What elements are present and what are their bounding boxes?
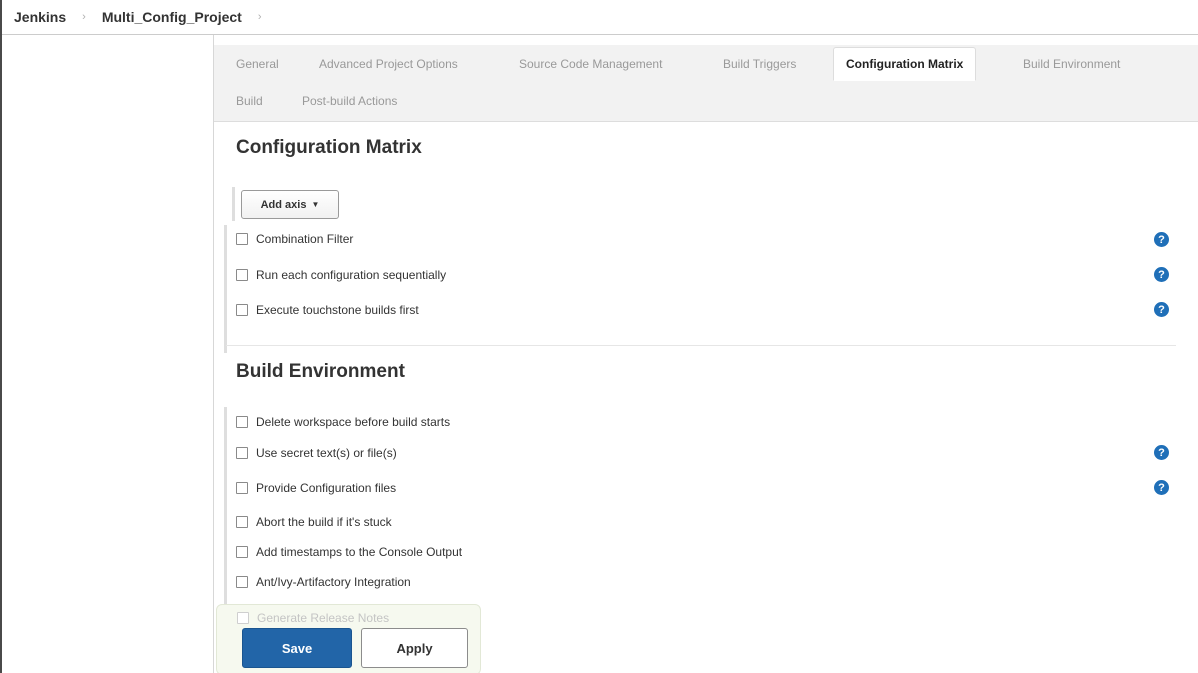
- option-release-notes: Generate Release Notes: [237, 611, 389, 625]
- add-axis-button[interactable]: Add axis ▼: [241, 190, 339, 219]
- tab-post-build-actions[interactable]: Post-build Actions: [302, 94, 397, 108]
- section-title-configuration-matrix: Configuration Matrix: [236, 137, 422, 158]
- tab-configuration-matrix[interactable]: Configuration Matrix: [833, 47, 977, 81]
- tab-source-code-management[interactable]: Source Code Management: [519, 57, 662, 71]
- help-icon[interactable]: ?: [1154, 232, 1169, 247]
- option-label[interactable]: Provide Configuration files: [256, 481, 396, 495]
- checkbox[interactable]: [236, 269, 248, 281]
- option-secret-text: Use secret text(s) or file(s): [236, 446, 397, 460]
- option-label[interactable]: Add timestamps to the Console Output: [256, 545, 462, 559]
- option-abort-stuck: Abort the build if it's stuck: [236, 515, 392, 529]
- option-label[interactable]: Use secret text(s) or file(s): [256, 446, 397, 460]
- section-divider: [226, 345, 1176, 346]
- option-label[interactable]: Execute touchstone builds first: [256, 303, 419, 317]
- checkbox[interactable]: [236, 482, 248, 494]
- checkbox[interactable]: [236, 447, 248, 459]
- checkbox[interactable]: [236, 516, 248, 528]
- option-label[interactable]: Delete workspace before build starts: [256, 415, 450, 429]
- tab-build[interactable]: Build: [236, 94, 263, 108]
- section-indent-bar: [224, 407, 227, 607]
- chevron-right-icon[interactable]: ›: [258, 11, 262, 23]
- option-touchstone-builds: Execute touchstone builds first: [236, 303, 419, 317]
- option-config-files: Provide Configuration files: [236, 481, 396, 495]
- checkbox[interactable]: [236, 416, 248, 428]
- breadcrumb-project[interactable]: Multi_Config_Project: [102, 9, 242, 25]
- option-label[interactable]: Ant/Ivy-Artifactory Integration: [256, 575, 411, 589]
- save-button[interactable]: Save: [242, 628, 352, 668]
- help-icon[interactable]: ?: [1154, 445, 1169, 460]
- checkbox[interactable]: [236, 576, 248, 588]
- option-combination-filter: Combination Filter: [236, 232, 353, 246]
- add-axis-label: Add axis: [260, 198, 307, 211]
- tab-build-triggers[interactable]: Build Triggers: [723, 57, 796, 71]
- help-icon[interactable]: ?: [1154, 267, 1169, 282]
- breadcrumb-jenkins[interactable]: Jenkins: [14, 9, 66, 25]
- chevron-right-icon[interactable]: ›: [82, 11, 86, 23]
- config-tab-bar: General Advanced Project Options Source …: [214, 45, 1198, 122]
- help-icon[interactable]: ?: [1154, 480, 1169, 495]
- tab-build-environment[interactable]: Build Environment: [1023, 57, 1120, 71]
- section-indent-bar: [224, 225, 227, 353]
- sidebar: [2, 35, 212, 673]
- tab-general[interactable]: General: [236, 57, 279, 71]
- tab-advanced-project-options[interactable]: Advanced Project Options: [319, 57, 458, 71]
- option-delete-workspace: Delete workspace before build starts: [236, 415, 450, 429]
- checkbox[interactable]: [236, 546, 248, 558]
- checkbox[interactable]: [237, 612, 249, 624]
- checkbox[interactable]: [236, 233, 248, 245]
- checkbox[interactable]: [236, 304, 248, 316]
- option-label[interactable]: Abort the build if it's stuck: [256, 515, 392, 529]
- caret-down-icon: ▼: [311, 200, 320, 209]
- option-label[interactable]: Combination Filter: [256, 232, 353, 246]
- option-label[interactable]: Generate Release Notes: [257, 611, 389, 625]
- breadcrumb: Jenkins › Multi_Config_Project ›: [2, 0, 1198, 35]
- section-title-build-environment: Build Environment: [236, 361, 405, 382]
- option-timestamps: Add timestamps to the Console Output: [236, 545, 462, 559]
- bottom-button-bar: Generate Release Notes Save Apply: [216, 604, 481, 673]
- apply-button[interactable]: Apply: [361, 628, 468, 668]
- option-artifactory-integration: Ant/Ivy-Artifactory Integration: [236, 575, 411, 589]
- option-run-sequentially: Run each configuration sequentially: [236, 268, 446, 282]
- jenkins-config-page: Jenkins › Multi_Config_Project › General…: [0, 0, 1198, 673]
- section-indent-bar: [232, 187, 235, 221]
- option-label[interactable]: Run each configuration sequentially: [256, 268, 446, 282]
- help-icon[interactable]: ?: [1154, 302, 1169, 317]
- config-panel: General Advanced Project Options Source …: [213, 35, 1198, 673]
